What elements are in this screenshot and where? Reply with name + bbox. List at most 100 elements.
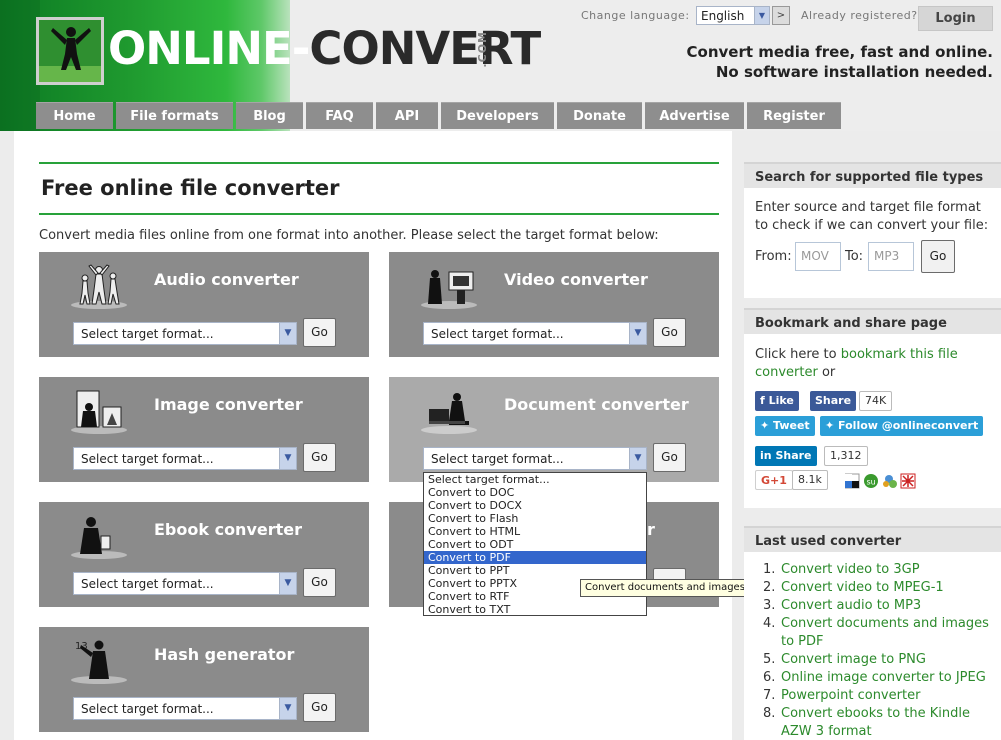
google-plus-button[interactable]: G+1	[755, 470, 793, 490]
recent-panel-title: Last used converter	[744, 526, 1001, 552]
page-title: Free online file converter	[41, 176, 340, 200]
page-description: Convert media files online from one form…	[39, 228, 659, 243]
linkedin-icon: in	[760, 449, 776, 462]
nav-donate[interactable]: Donate	[557, 102, 642, 129]
ebook-go-button[interactable]: Go	[303, 568, 336, 597]
dropdown-option-selected[interactable]: Convert to PDF	[424, 551, 646, 564]
video-go-button[interactable]: Go	[653, 318, 686, 347]
converter-title: Ebook converter	[154, 520, 303, 539]
facebook-share-button[interactable]: Share	[810, 391, 857, 411]
search-panel-text: Enter source and target file format to c…	[755, 200, 989, 233]
chevron-down-icon: ▼	[754, 7, 769, 24]
audio-go-button[interactable]: Go	[303, 318, 336, 347]
dropdown-option[interactable]: Convert to Flash	[424, 512, 646, 525]
social-bookmark-icons[interactable]: su	[845, 471, 925, 491]
google-plus-count: 8.1k	[792, 470, 828, 490]
language-select[interactable]: English ▼	[696, 6, 770, 25]
converter-title: Hash generator	[154, 645, 295, 664]
list-item[interactable]: 8. Convert ebooks to the Kindle AZW 3 for…	[755, 705, 995, 740]
chevron-down-icon: ▼	[279, 573, 296, 594]
document-go-button[interactable]: Go	[653, 443, 686, 472]
search-go-button[interactable]: Go	[921, 240, 955, 273]
converter-title-fragment: r	[647, 520, 655, 539]
list-item[interactable]: 5. Convert image to PNG	[755, 651, 995, 669]
hash-go-button[interactable]: Go	[303, 693, 336, 722]
ebook-reader-icon	[71, 517, 127, 559]
nav-api[interactable]: API	[376, 102, 438, 129]
login-button[interactable]: Login	[918, 6, 993, 31]
dropdown-option[interactable]: Convert to HTML	[424, 525, 646, 538]
from-label: From:	[755, 249, 792, 264]
converter-title: Document converter	[504, 395, 689, 414]
image-go-button[interactable]: Go	[303, 443, 336, 472]
chevron-down-icon: ▼	[629, 323, 646, 344]
chevron-down-icon: ▼	[629, 448, 646, 469]
share-panel: Bookmark and share page Click here to bo…	[744, 308, 1001, 508]
nav-home[interactable]: Home	[36, 102, 113, 129]
title-divider-top	[39, 162, 719, 164]
to-label: To:	[845, 249, 864, 264]
nav-faq[interactable]: FAQ	[306, 102, 373, 129]
facebook-count: 74K	[859, 391, 893, 411]
list-item[interactable]: 7. Powerpoint converter	[755, 687, 995, 705]
list-item[interactable]: 3. Convert audio to MP3	[755, 597, 995, 615]
search-panel-title: Search for supported file types	[744, 162, 1001, 188]
twitter-icon: ✦	[825, 419, 839, 432]
document-format-select[interactable]: Select target format... ▼	[423, 447, 647, 470]
video-converter-box: Video converter Select target format... …	[389, 252, 719, 357]
nav-blog[interactable]: Blog	[236, 102, 303, 129]
nav-register[interactable]: Register	[747, 102, 841, 129]
from-input[interactable]: MOV	[795, 242, 841, 271]
language-go-button[interactable]: >	[772, 6, 790, 25]
converter-title: Image converter	[154, 395, 303, 414]
nav-file-formats[interactable]: File formats	[116, 102, 233, 129]
site-logo[interactable]: ONLINE-CONVERT .COM	[36, 17, 541, 87]
stumbleupon-icon: su	[864, 474, 878, 488]
document-reader-icon	[421, 393, 477, 434]
facebook-like-button[interactable]: f Like	[755, 391, 799, 411]
facebook-icon: f	[760, 394, 769, 407]
recent-panel: Last used converter 1. Convert video to 3…	[744, 526, 1001, 740]
hash-generator-box: 13 Hash generator Select target format..…	[39, 627, 369, 732]
header: ONLINE-CONVERT .COM Change language: Eng…	[0, 0, 1001, 131]
nav-advertise[interactable]: Advertise	[645, 102, 744, 129]
ebook-format-select[interactable]: Select target format... ▼	[73, 572, 297, 595]
list-item[interactable]: 4. Convert documents and images to PDF	[755, 615, 995, 651]
hash-figure-icon: 13	[71, 640, 127, 684]
image-frame-icon	[71, 390, 127, 434]
dropdown-option[interactable]: Convert to ODT	[424, 538, 646, 551]
audio-converter-box: Audio converter Select target format... …	[39, 252, 369, 357]
audio-format-select[interactable]: Select target format... ▼	[73, 322, 297, 345]
converter-title: Audio converter	[154, 270, 299, 289]
list-item[interactable]: 1. Convert video to 3GP	[755, 561, 995, 579]
share-panel-title: Bookmark and share page	[744, 308, 1001, 334]
already-registered-label: Already registered?	[801, 9, 918, 22]
svg-text:su: su	[867, 478, 876, 487]
dropdown-option[interactable]: Convert to DOC	[424, 486, 646, 499]
dropdown-option[interactable]: Convert to DOCX	[424, 499, 646, 512]
hash-format-select[interactable]: Select target format... ▼	[73, 697, 297, 720]
video-format-select[interactable]: Select target format... ▼	[423, 322, 647, 345]
twitter-follow-button[interactable]: ✦ Follow @onlineconvert	[820, 416, 984, 436]
image-converter-box: Image converter Select target format... …	[39, 377, 369, 482]
share-panel-text: Click here to bookmark this file convert…	[755, 347, 958, 380]
converter-title: Video converter	[504, 270, 648, 289]
ebook-converter-box: Ebook converter Select target format... …	[39, 502, 369, 607]
linkedin-share-button[interactable]: in Share	[755, 446, 817, 466]
list-item[interactable]: 6. Online image converter to JPEG	[755, 669, 995, 687]
dropdown-option[interactable]: Convert to PPT	[424, 564, 646, 577]
digg-icon	[883, 475, 897, 488]
recent-list: 1. Convert video to 3GP 2. Convert video t…	[755, 561, 995, 740]
search-panel: Search for supported file types Enter so…	[744, 162, 1001, 298]
to-input[interactable]: MP3	[868, 242, 914, 271]
dropdown-option[interactable]: Select target format...	[424, 473, 646, 486]
tweet-button[interactable]: ✦ Tweet	[755, 416, 815, 436]
nav-developers[interactable]: Developers	[441, 102, 554, 129]
list-item[interactable]: 2. Convert video to MPEG-1	[755, 579, 995, 597]
chevron-down-icon: ▼	[279, 323, 296, 344]
logo-suffix: .COM	[476, 31, 489, 68]
video-viewer-icon	[421, 270, 477, 309]
image-format-select[interactable]: Select target format... ▼	[73, 447, 297, 470]
dropdown-option[interactable]: Convert to TXT	[424, 603, 646, 616]
tagline: Convert media free, fast and online. No …	[686, 43, 994, 81]
